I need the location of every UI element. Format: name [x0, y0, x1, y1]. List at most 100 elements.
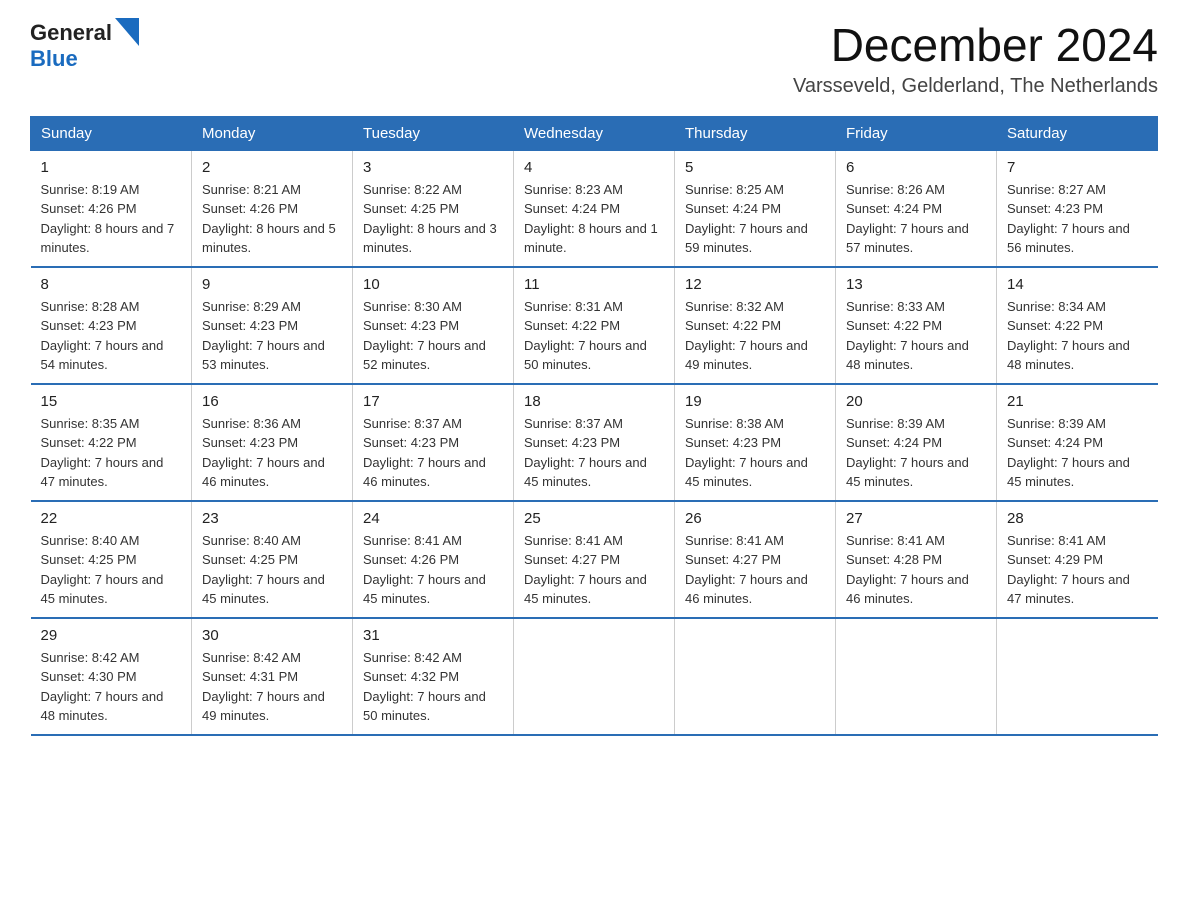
- day-number: 16: [202, 393, 342, 410]
- day-detail: Sunrise: 8:42 AM Sunset: 4:30 PM Dayligh…: [41, 648, 182, 726]
- calendar-cell: 13 Sunrise: 8:33 AM Sunset: 4:22 PM Dayl…: [836, 267, 997, 384]
- calendar-cell: 3 Sunrise: 8:22 AM Sunset: 4:25 PM Dayli…: [353, 150, 514, 267]
- calendar-table: SundayMondayTuesdayWednesdayThursdayFrid…: [30, 116, 1158, 736]
- day-number: 29: [41, 627, 182, 644]
- calendar-week-row: 22 Sunrise: 8:40 AM Sunset: 4:25 PM Dayl…: [31, 501, 1158, 618]
- header-thursday: Thursday: [675, 116, 836, 150]
- logo-triangle-icon: [115, 18, 139, 46]
- calendar-cell: 20 Sunrise: 8:39 AM Sunset: 4:24 PM Dayl…: [836, 384, 997, 501]
- day-number: 31: [363, 627, 503, 644]
- day-detail: Sunrise: 8:21 AM Sunset: 4:26 PM Dayligh…: [202, 180, 342, 258]
- header-friday: Friday: [836, 116, 997, 150]
- header-tuesday: Tuesday: [353, 116, 514, 150]
- day-number: 10: [363, 276, 503, 293]
- calendar-cell: 8 Sunrise: 8:28 AM Sunset: 4:23 PM Dayli…: [31, 267, 192, 384]
- calendar-header-row: SundayMondayTuesdayWednesdayThursdayFrid…: [31, 116, 1158, 150]
- calendar-cell: 26 Sunrise: 8:41 AM Sunset: 4:27 PM Dayl…: [675, 501, 836, 618]
- title-block: December 2024 Varsseveld, Gelderland, Th…: [793, 20, 1158, 98]
- calendar-cell: 30 Sunrise: 8:42 AM Sunset: 4:31 PM Dayl…: [192, 618, 353, 735]
- calendar-cell: 18 Sunrise: 8:37 AM Sunset: 4:23 PM Dayl…: [514, 384, 675, 501]
- day-number: 6: [846, 159, 986, 176]
- calendar-cell: 28 Sunrise: 8:41 AM Sunset: 4:29 PM Dayl…: [997, 501, 1158, 618]
- calendar-cell: 11 Sunrise: 8:31 AM Sunset: 4:22 PM Dayl…: [514, 267, 675, 384]
- calendar-cell: 16 Sunrise: 8:36 AM Sunset: 4:23 PM Dayl…: [192, 384, 353, 501]
- day-number: 26: [685, 510, 825, 527]
- calendar-cell: 19 Sunrise: 8:38 AM Sunset: 4:23 PM Dayl…: [675, 384, 836, 501]
- calendar-cell: [997, 618, 1158, 735]
- day-detail: Sunrise: 8:22 AM Sunset: 4:25 PM Dayligh…: [363, 180, 503, 258]
- header-monday: Monday: [192, 116, 353, 150]
- calendar-week-row: 15 Sunrise: 8:35 AM Sunset: 4:22 PM Dayl…: [31, 384, 1158, 501]
- day-detail: Sunrise: 8:32 AM Sunset: 4:22 PM Dayligh…: [685, 297, 825, 375]
- day-number: 5: [685, 159, 825, 176]
- day-detail: Sunrise: 8:36 AM Sunset: 4:23 PM Dayligh…: [202, 414, 342, 492]
- calendar-cell: 21 Sunrise: 8:39 AM Sunset: 4:24 PM Dayl…: [997, 384, 1158, 501]
- calendar-cell: [514, 618, 675, 735]
- day-number: 30: [202, 627, 342, 644]
- calendar-cell: 29 Sunrise: 8:42 AM Sunset: 4:30 PM Dayl…: [31, 618, 192, 735]
- calendar-cell: [836, 618, 997, 735]
- day-number: 20: [846, 393, 986, 410]
- day-number: 24: [363, 510, 503, 527]
- day-detail: Sunrise: 8:23 AM Sunset: 4:24 PM Dayligh…: [524, 180, 664, 258]
- day-number: 7: [1007, 159, 1148, 176]
- day-number: 9: [202, 276, 342, 293]
- day-detail: Sunrise: 8:25 AM Sunset: 4:24 PM Dayligh…: [685, 180, 825, 258]
- day-detail: Sunrise: 8:40 AM Sunset: 4:25 PM Dayligh…: [41, 531, 182, 609]
- header-saturday: Saturday: [997, 116, 1158, 150]
- day-number: 14: [1007, 276, 1148, 293]
- day-number: 25: [524, 510, 664, 527]
- calendar-cell: 25 Sunrise: 8:41 AM Sunset: 4:27 PM Dayl…: [514, 501, 675, 618]
- calendar-cell: 6 Sunrise: 8:26 AM Sunset: 4:24 PM Dayli…: [836, 150, 997, 267]
- day-number: 19: [685, 393, 825, 410]
- day-detail: Sunrise: 8:31 AM Sunset: 4:22 PM Dayligh…: [524, 297, 664, 375]
- calendar-cell: 23 Sunrise: 8:40 AM Sunset: 4:25 PM Dayl…: [192, 501, 353, 618]
- day-number: 11: [524, 276, 664, 293]
- day-detail: Sunrise: 8:37 AM Sunset: 4:23 PM Dayligh…: [524, 414, 664, 492]
- logo-general-text: General: [30, 20, 112, 46]
- day-detail: Sunrise: 8:29 AM Sunset: 4:23 PM Dayligh…: [202, 297, 342, 375]
- day-number: 15: [41, 393, 182, 410]
- day-number: 8: [41, 276, 182, 293]
- day-detail: Sunrise: 8:41 AM Sunset: 4:26 PM Dayligh…: [363, 531, 503, 609]
- calendar-week-row: 1 Sunrise: 8:19 AM Sunset: 4:26 PM Dayli…: [31, 150, 1158, 267]
- day-detail: Sunrise: 8:41 AM Sunset: 4:28 PM Dayligh…: [846, 531, 986, 609]
- day-detail: Sunrise: 8:19 AM Sunset: 4:26 PM Dayligh…: [41, 180, 182, 258]
- day-detail: Sunrise: 8:41 AM Sunset: 4:27 PM Dayligh…: [524, 531, 664, 609]
- day-detail: Sunrise: 8:37 AM Sunset: 4:23 PM Dayligh…: [363, 414, 503, 492]
- day-detail: Sunrise: 8:40 AM Sunset: 4:25 PM Dayligh…: [202, 531, 342, 609]
- calendar-cell: 7 Sunrise: 8:27 AM Sunset: 4:23 PM Dayli…: [997, 150, 1158, 267]
- calendar-cell: 9 Sunrise: 8:29 AM Sunset: 4:23 PM Dayli…: [192, 267, 353, 384]
- day-number: 17: [363, 393, 503, 410]
- day-detail: Sunrise: 8:42 AM Sunset: 4:32 PM Dayligh…: [363, 648, 503, 726]
- day-detail: Sunrise: 8:39 AM Sunset: 4:24 PM Dayligh…: [1007, 414, 1148, 492]
- day-detail: Sunrise: 8:41 AM Sunset: 4:29 PM Dayligh…: [1007, 531, 1148, 609]
- day-number: 22: [41, 510, 182, 527]
- day-number: 27: [846, 510, 986, 527]
- calendar-cell: 2 Sunrise: 8:21 AM Sunset: 4:26 PM Dayli…: [192, 150, 353, 267]
- day-number: 28: [1007, 510, 1148, 527]
- calendar-cell: [675, 618, 836, 735]
- day-detail: Sunrise: 8:26 AM Sunset: 4:24 PM Dayligh…: [846, 180, 986, 258]
- day-number: 2: [202, 159, 342, 176]
- logo-blue-text: Blue: [30, 46, 78, 71]
- calendar-cell: 17 Sunrise: 8:37 AM Sunset: 4:23 PM Dayl…: [353, 384, 514, 501]
- page-header: General Blue December 2024 Varsseveld, G…: [30, 20, 1158, 98]
- day-detail: Sunrise: 8:38 AM Sunset: 4:23 PM Dayligh…: [685, 414, 825, 492]
- logo: General Blue: [30, 20, 139, 72]
- day-number: 18: [524, 393, 664, 410]
- calendar-cell: 5 Sunrise: 8:25 AM Sunset: 4:24 PM Dayli…: [675, 150, 836, 267]
- day-detail: Sunrise: 8:30 AM Sunset: 4:23 PM Dayligh…: [363, 297, 503, 375]
- day-number: 23: [202, 510, 342, 527]
- calendar-cell: 12 Sunrise: 8:32 AM Sunset: 4:22 PM Dayl…: [675, 267, 836, 384]
- header-sunday: Sunday: [31, 116, 192, 150]
- calendar-week-row: 8 Sunrise: 8:28 AM Sunset: 4:23 PM Dayli…: [31, 267, 1158, 384]
- day-detail: Sunrise: 8:34 AM Sunset: 4:22 PM Dayligh…: [1007, 297, 1148, 375]
- day-detail: Sunrise: 8:33 AM Sunset: 4:22 PM Dayligh…: [846, 297, 986, 375]
- calendar-cell: 10 Sunrise: 8:30 AM Sunset: 4:23 PM Dayl…: [353, 267, 514, 384]
- calendar-cell: 15 Sunrise: 8:35 AM Sunset: 4:22 PM Dayl…: [31, 384, 192, 501]
- location-subtitle: Varsseveld, Gelderland, The Netherlands: [793, 75, 1158, 98]
- calendar-cell: 31 Sunrise: 8:42 AM Sunset: 4:32 PM Dayl…: [353, 618, 514, 735]
- calendar-cell: 1 Sunrise: 8:19 AM Sunset: 4:26 PM Dayli…: [31, 150, 192, 267]
- day-number: 4: [524, 159, 664, 176]
